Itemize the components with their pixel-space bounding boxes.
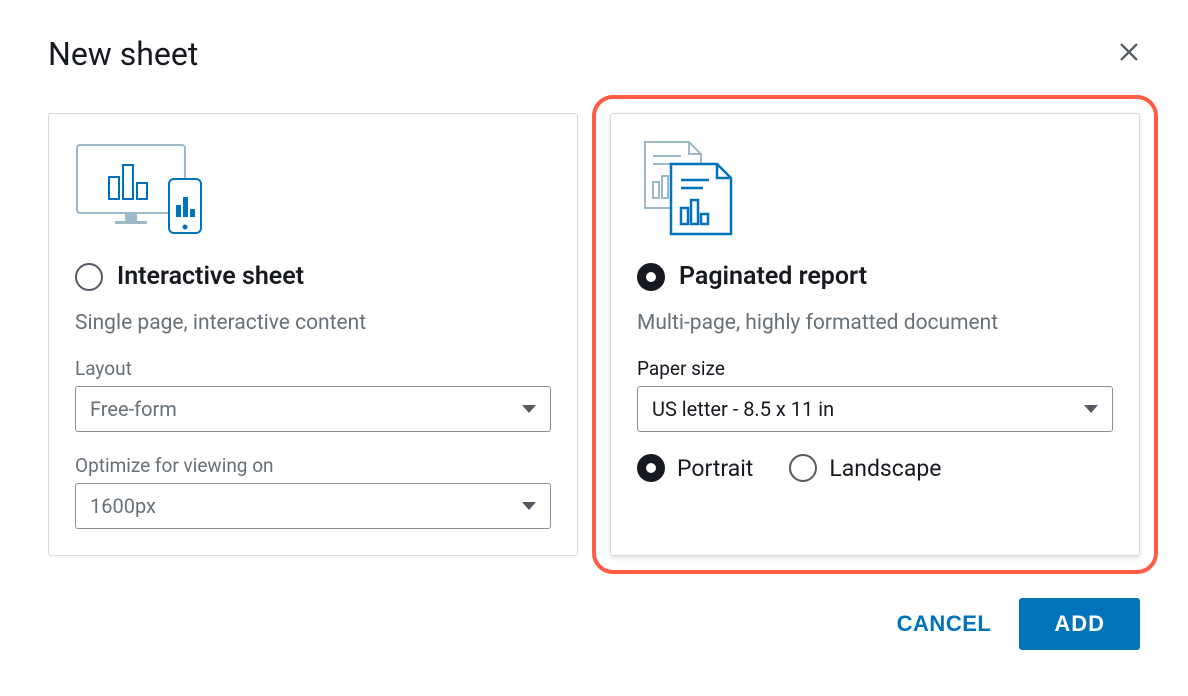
optimize-select-wrap: 1600px	[75, 483, 551, 529]
portrait-option[interactable]: Portrait	[637, 454, 753, 482]
interactive-description: Single page, interactive content	[75, 311, 551, 335]
paper-size-select-wrap: US letter - 8.5 x 11 in	[637, 386, 1113, 432]
layout-select-wrap: Free-form	[75, 386, 551, 432]
landscape-radio[interactable]	[789, 454, 817, 482]
portrait-radio[interactable]	[637, 454, 665, 482]
dialog-header: New sheet	[48, 35, 1140, 73]
chevron-down-icon	[522, 502, 536, 510]
cancel-button[interactable]: CANCEL	[897, 611, 992, 637]
add-button[interactable]: ADD	[1019, 598, 1140, 650]
paginated-description: Multi-page, highly formatted document	[637, 311, 1113, 335]
interactive-radio[interactable]	[75, 263, 103, 291]
cards-row: Interactive sheet Single page, interacti…	[48, 113, 1140, 556]
landscape-option[interactable]: Landscape	[789, 454, 941, 482]
paginated-radio[interactable]	[637, 263, 665, 291]
paginated-report-icon	[637, 138, 1113, 238]
layout-select[interactable]: Free-form	[75, 386, 551, 432]
paper-size-select[interactable]: US letter - 8.5 x 11 in	[637, 386, 1113, 432]
landscape-label: Landscape	[829, 455, 941, 482]
interactive-title: Interactive sheet	[117, 262, 304, 291]
chevron-down-icon	[522, 405, 536, 413]
close-icon	[1118, 41, 1140, 63]
paginated-radio-row[interactable]: Paginated report	[637, 262, 1113, 291]
paper-size-label: Paper size	[637, 357, 1113, 380]
paginated-report-card[interactable]: Paginated report Multi-page, highly form…	[610, 113, 1140, 556]
interactive-radio-row[interactable]: Interactive sheet	[75, 262, 551, 291]
close-button[interactable]	[1118, 41, 1140, 67]
chevron-down-icon	[1084, 405, 1098, 413]
interactive-sheet-card[interactable]: Interactive sheet Single page, interacti…	[48, 113, 578, 556]
interactive-sheet-icon	[75, 138, 551, 238]
portrait-label: Portrait	[677, 455, 753, 482]
optimize-label: Optimize for viewing on	[75, 454, 551, 477]
optimize-value: 1600px	[90, 494, 156, 518]
orientation-row: Portrait Landscape	[637, 454, 1113, 482]
paginated-title: Paginated report	[679, 262, 867, 291]
layout-value: Free-form	[90, 397, 177, 421]
layout-label: Layout	[75, 357, 551, 380]
dialog-title: New sheet	[48, 35, 198, 73]
paper-size-value: US letter - 8.5 x 11 in	[652, 397, 834, 421]
dialog-actions: CANCEL ADD	[48, 598, 1140, 650]
optimize-select[interactable]: 1600px	[75, 483, 551, 529]
